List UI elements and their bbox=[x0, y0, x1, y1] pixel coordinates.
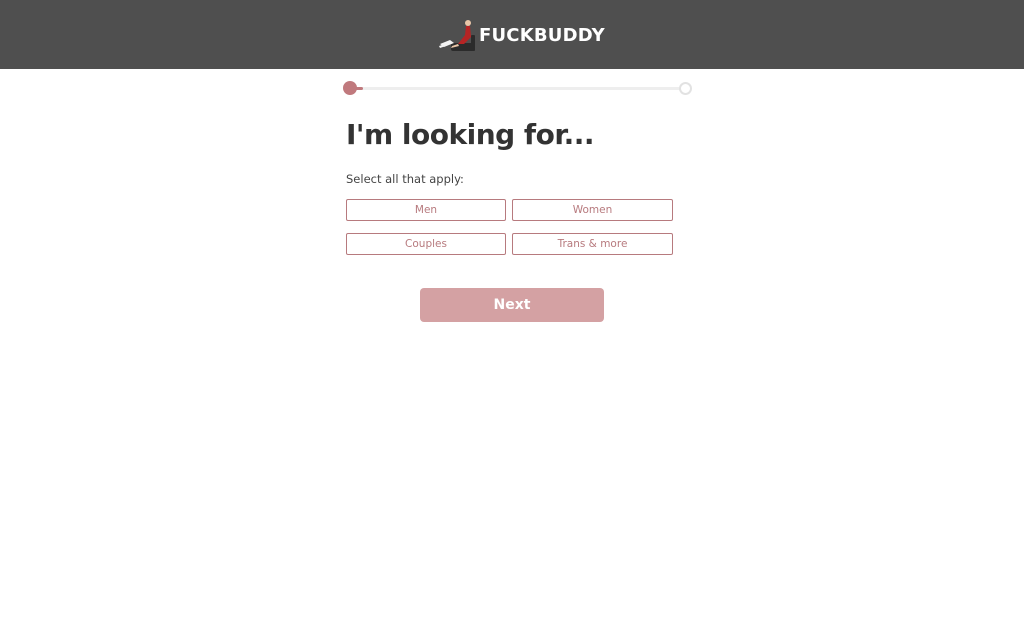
instructions-text: Select all that apply: bbox=[346, 172, 464, 186]
progress-track bbox=[349, 87, 687, 90]
option-men-button[interactable]: Men bbox=[346, 199, 506, 221]
progress-start-dot bbox=[343, 81, 357, 95]
page-title: I'm looking for... bbox=[346, 118, 595, 151]
couple-on-couch-logo-icon bbox=[439, 20, 475, 51]
option-trans-more-button[interactable]: Trans & more bbox=[512, 233, 673, 255]
brand[interactable]: FUCKBUDDY bbox=[438, 17, 605, 53]
progress-end-dot bbox=[679, 82, 692, 95]
brand-name: FUCKBUDDY bbox=[479, 24, 605, 46]
options-grid: Men Women Couples Trans & more bbox=[346, 199, 673, 255]
progress-bar bbox=[343, 81, 693, 95]
next-button[interactable]: Next bbox=[420, 288, 604, 322]
option-women-button[interactable]: Women bbox=[512, 199, 673, 221]
top-header: FUCKBUDDY bbox=[0, 0, 1024, 69]
option-couples-button[interactable]: Couples bbox=[346, 233, 506, 255]
